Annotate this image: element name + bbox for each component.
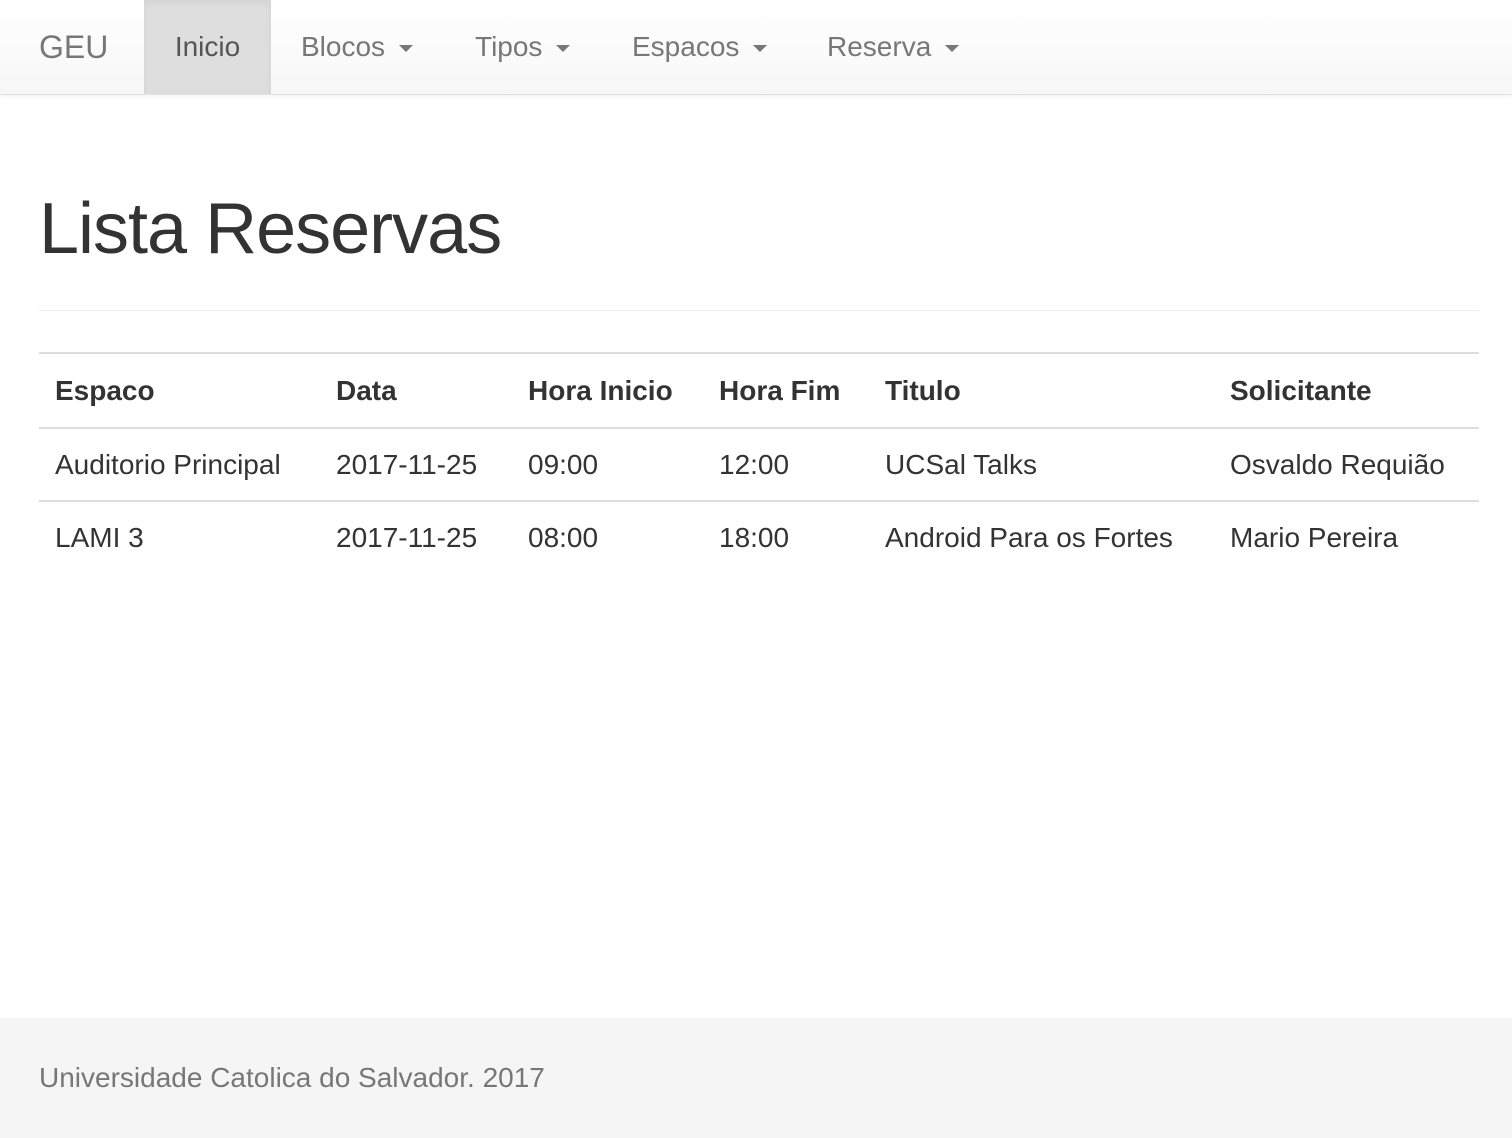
cell-solicitante: Mario Pereira	[1230, 522, 1399, 553]
caret-down-icon	[945, 45, 960, 52]
column-header-titulo: Titulo	[885, 374, 961, 406]
cell-data: 2017-11-25	[336, 522, 478, 553]
cell-titulo: Android Para os Fortes	[885, 522, 1173, 553]
brand-link[interactable]: GEU	[0, 0, 144, 94]
reservations-table: Espaco Data Hora Inicio Hora Fim Titulo …	[39, 352, 1479, 574]
nav-reserva-label: Reserva	[827, 31, 932, 62]
nav-inicio-label: Inicio	[174, 31, 241, 62]
cell-hora-inicio: 08:00	[528, 522, 599, 553]
cell-hora-fim: 18:00	[719, 522, 790, 553]
caret-down-icon	[399, 45, 414, 52]
column-header-solicitante: Solicitante	[1230, 374, 1372, 406]
caret-down-icon	[556, 45, 571, 52]
table-row: LAMI 3 2017-11-25 08:00 18:00 Android Pa…	[39, 501, 1479, 574]
column-header-hora-inicio: Hora Inicio	[528, 374, 673, 406]
cell-data: 2017-11-25	[336, 448, 478, 480]
table-row: Auditorio Principal 2017-11-25 09:00 12:…	[39, 428, 1479, 501]
column-header-hora-fim: Hora Fim	[719, 374, 841, 406]
caret-down-icon	[753, 45, 768, 52]
nav-espacos-label: Espacos	[632, 31, 740, 62]
nav-blocos-dropdown[interactable]: Blocos	[271, 0, 444, 94]
nav-reserva-dropdown[interactable]: Reserva	[798, 0, 960, 94]
cell-solicitante: Osvaldo Requião	[1230, 448, 1445, 480]
page-title: Lista Reservas	[39, 189, 502, 269]
cell-hora-inicio: 09:00	[528, 448, 599, 480]
cell-espaco: Auditorio Principal	[55, 448, 281, 480]
title-divider	[39, 310, 1479, 311]
column-header-espaco: Espaco	[55, 374, 155, 406]
table-header-row: Espaco Data Hora Inicio Hora Fim Titulo …	[39, 353, 1479, 428]
nav-blocos-label: Blocos	[301, 31, 386, 62]
column-header-data: Data	[336, 374, 397, 406]
nav-tipos-label: Tipos	[475, 31, 543, 62]
cell-titulo: UCSal Talks	[885, 448, 1037, 480]
cell-espaco: LAMI 3	[55, 522, 144, 553]
nav-espacos-dropdown[interactable]: Espacos	[602, 0, 798, 94]
nav-inicio[interactable]: Inicio	[144, 0, 271, 94]
nav-tipos-dropdown[interactable]: Tipos	[444, 0, 602, 94]
top-navbar: GEU Inicio Blocos Tipos Espacos Reserva	[0, 0, 1512, 95]
cell-hora-fim: 12:00	[719, 448, 790, 480]
page-footer: Universidade Catolica do Salvador. 2017	[0, 1018, 1512, 1138]
footer-copyright: Universidade Catolica do Salvador. 2017	[39, 1062, 545, 1093]
